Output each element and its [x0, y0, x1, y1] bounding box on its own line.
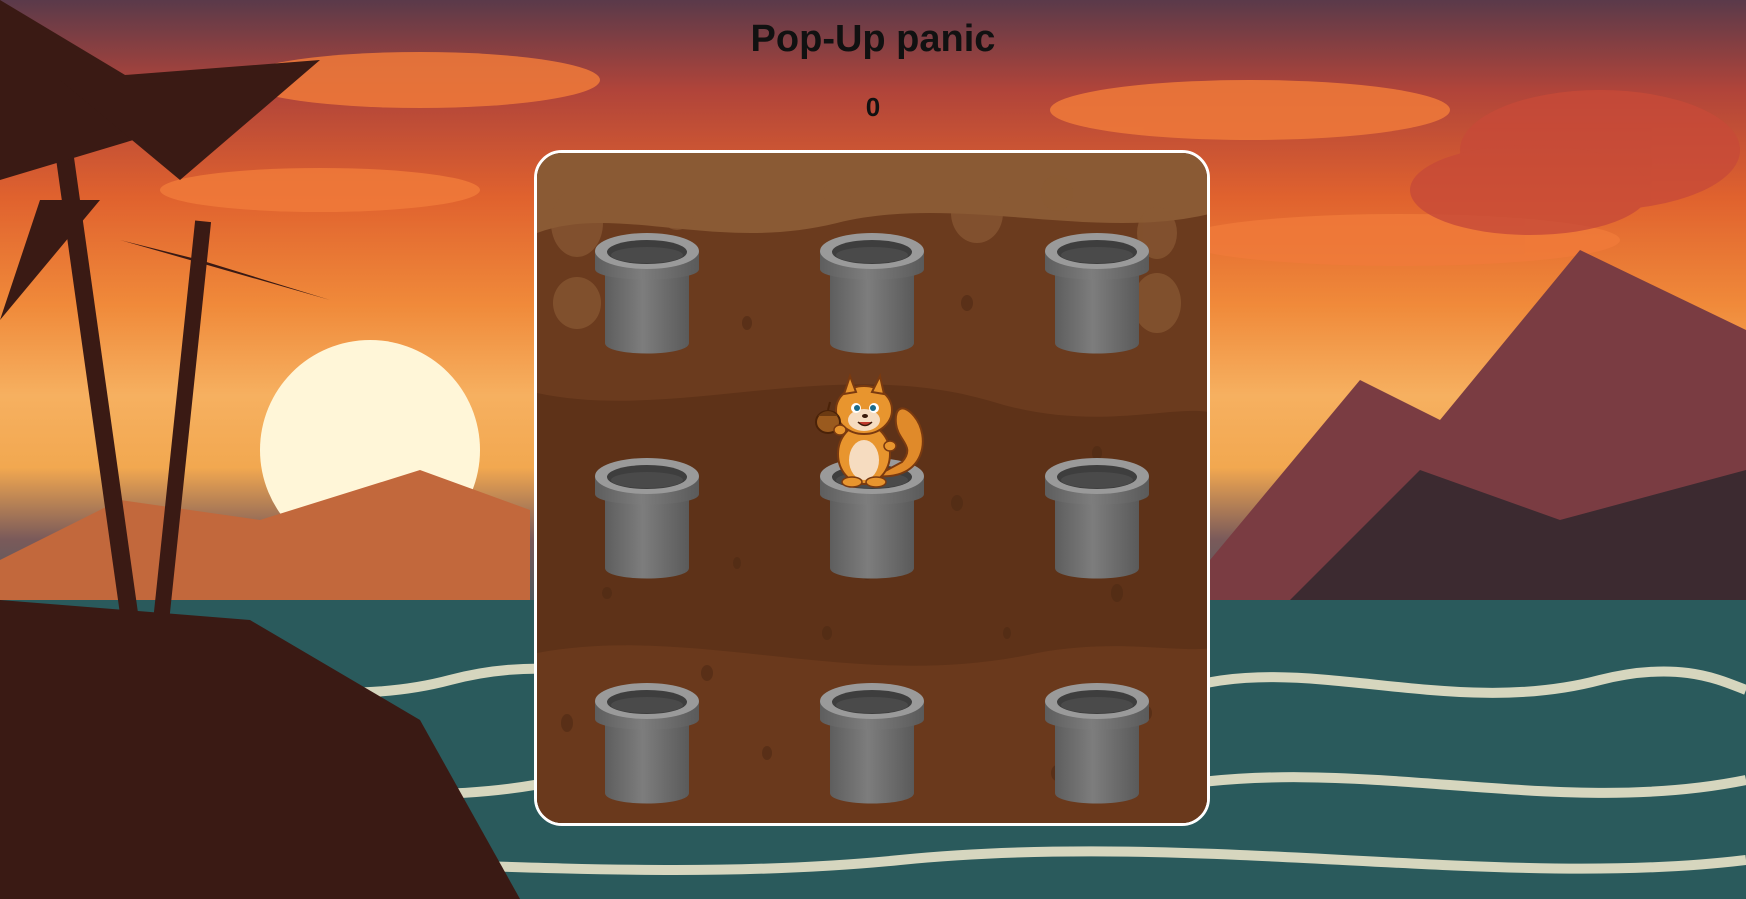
pipe-icon — [820, 683, 924, 804]
score-counter: 0 — [865, 92, 881, 122]
pipe-hole-5[interactable] — [815, 373, 928, 586]
pipe-icon — [595, 233, 699, 354]
squirrel-icon[interactable] — [806, 366, 936, 491]
pipe-hole-3[interactable] — [1041, 231, 1153, 361]
pipe-hole-8[interactable] — [816, 681, 928, 811]
pipe-hole-4[interactable] — [591, 456, 703, 586]
pipe-hole-2[interactable] — [816, 231, 928, 361]
pipe-icon — [820, 233, 924, 354]
pipe-icon — [595, 458, 699, 579]
game-title: Pop-Up panic — [750, 18, 996, 60]
pipe-icon — [1045, 233, 1149, 354]
pipe-hole-1[interactable] — [591, 231, 703, 361]
pipe-hole-7[interactable] — [591, 681, 703, 811]
pipe-hole-6[interactable] — [1041, 456, 1153, 586]
pipe-icon — [595, 683, 699, 804]
game-board — [534, 150, 1210, 826]
game-screen: Pop-Up panic 0 — [0, 0, 1746, 899]
pipe-icon — [1045, 458, 1149, 579]
pipe-hole-9[interactable] — [1041, 681, 1153, 811]
pipe-icon — [1045, 683, 1149, 804]
